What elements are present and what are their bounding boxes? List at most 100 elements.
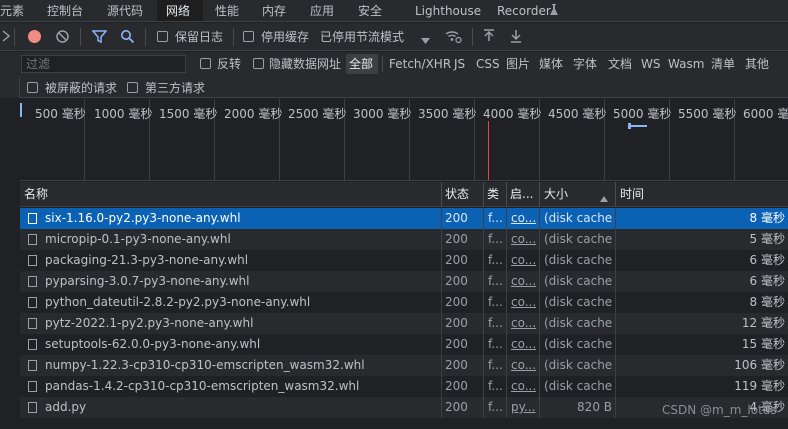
- hide-data-urls-checkbox[interactable]: [253, 58, 264, 69]
- request-name: micropip-0.1-py3-none-any.whl: [45, 232, 231, 246]
- blocked-requests-checkbox[interactable]: [27, 82, 38, 93]
- table-row[interactable]: packaging-21.3-py3-none-any.whl 200 f... co…: [20, 250, 788, 271]
- request-name: setuptools-62.0.0-py3-none-any.whl: [45, 337, 261, 351]
- request-size: (disk cache): [544, 295, 612, 309]
- timeline-tick: 500 毫秒: [35, 107, 86, 121]
- tab-sources[interactable]: 源代码: [107, 0, 143, 21]
- column-header-size[interactable]: 大小: [544, 182, 594, 207]
- request-time: 5 毫秒: [749, 232, 785, 246]
- tab-application[interactable]: 应用: [310, 0, 334, 21]
- filter-type-manifest[interactable]: 清单: [711, 56, 735, 72]
- request-size: (disk cache): [544, 358, 612, 372]
- timeline-tick: 3000 毫秒: [353, 107, 412, 121]
- request-initiator-link[interactable]: co...: [511, 271, 538, 292]
- throttling-select[interactable]: 已停用节流模式: [320, 29, 404, 45]
- request-type: f...: [488, 211, 503, 225]
- table-row[interactable]: pandas-1.4.2-cp310-cp310-emscripten_wasm…: [20, 376, 788, 397]
- request-type: f...: [488, 232, 503, 246]
- table-row[interactable]: six-1.16.0-py2.py3-none-any.whl 200 f... co…: [20, 208, 788, 229]
- table-row[interactable]: pytz-2022.1-py2.py3-none-any.whl 200 f... c…: [20, 313, 788, 334]
- filter-icon[interactable]: [91, 29, 108, 44]
- disable-cache-checkbox[interactable]: [243, 31, 254, 42]
- request-time: 8 毫秒: [749, 211, 785, 225]
- filter-type-css[interactable]: CSS: [476, 56, 500, 72]
- column-header-initiator[interactable]: 启...: [510, 182, 540, 207]
- table-row[interactable]: setuptools-62.0.0-py3-none-any.whl 200 f..…: [20, 334, 788, 355]
- filter-type-doc[interactable]: 文档: [608, 56, 632, 72]
- filter-type-img[interactable]: 图片: [506, 56, 530, 72]
- file-icon: [28, 402, 37, 413]
- timeline-tick: 2000 毫秒: [224, 107, 283, 121]
- request-type: f...: [488, 295, 503, 309]
- sort-ascending-icon: [600, 191, 608, 202]
- table-row[interactable]: micropip-0.1-py3-none-any.whl 200 f... co..…: [20, 229, 788, 250]
- tab-security[interactable]: 安全: [358, 0, 382, 21]
- request-size: (disk cache): [544, 211, 612, 225]
- chevron-down-icon[interactable]: [421, 33, 430, 44]
- tab-memory[interactable]: 内存: [262, 0, 286, 21]
- filter-input[interactable]: [21, 55, 186, 73]
- clear-icon[interactable]: [55, 29, 70, 44]
- request-table-body: six-1.16.0-py2.py3-none-any.whl 200 f... co…: [20, 208, 788, 429]
- column-header-name[interactable]: 名称: [24, 182, 434, 207]
- file-icon: [28, 339, 37, 350]
- table-row[interactable]: pyparsing-3.0.7-py3-none-any.whl 200 f... c…: [20, 271, 788, 292]
- search-icon[interactable]: [120, 29, 135, 44]
- request-time: 12 毫秒: [741, 316, 785, 330]
- request-initiator-link[interactable]: co...: [511, 229, 538, 250]
- request-initiator-link[interactable]: co...: [511, 250, 538, 271]
- request-time: 106 毫秒: [734, 358, 785, 372]
- request-name: packaging-21.3-py3-none-any.whl: [45, 253, 249, 267]
- record-button[interactable]: [28, 30, 41, 43]
- table-row[interactable]: python_dateutil-2.8.2-py2.py3-none-any.w…: [20, 292, 788, 313]
- request-initiator-link[interactable]: co...: [511, 208, 538, 229]
- watermark: CSDN @m_m_lotus: [662, 403, 777, 417]
- file-icon: [28, 318, 37, 329]
- network-conditions-icon[interactable]: [444, 28, 462, 44]
- column-header-type[interactable]: 类: [487, 182, 505, 207]
- timeline-tick: 2500 毫秒: [288, 107, 347, 121]
- request-initiator-link[interactable]: co...: [511, 334, 538, 355]
- tab-performance[interactable]: 性能: [215, 0, 239, 21]
- column-header-status[interactable]: 状态: [445, 182, 483, 207]
- timeline-overview[interactable]: 500 毫秒 1000 毫秒 1500 毫秒 2000 毫秒 2500 毫秒 3…: [20, 99, 788, 181]
- timeline-tick: 3500 毫秒: [418, 107, 477, 121]
- request-initiator-link[interactable]: co...: [511, 355, 538, 376]
- tab-console[interactable]: 控制台: [47, 0, 83, 21]
- request-type: f...: [488, 337, 503, 351]
- request-initiator-link[interactable]: co...: [511, 313, 538, 334]
- filter-type-all-label: 全部: [349, 57, 374, 71]
- table-row[interactable]: numpy-1.22.3-cp310-cp310-emscripten_wasm…: [20, 355, 788, 376]
- filter-type-media[interactable]: 媒体: [539, 56, 563, 72]
- timeline-tick: 5500 毫秒: [678, 107, 737, 121]
- filter-type-js[interactable]: JS: [454, 56, 465, 72]
- preserve-log-checkbox[interactable]: [157, 31, 168, 42]
- timeline-start-marker: [20, 103, 22, 117]
- close-drawer-icon[interactable]: [2, 29, 11, 43]
- filter-type-wasm[interactable]: Wasm: [668, 56, 704, 72]
- column-header-time[interactable]: 时间: [620, 182, 680, 207]
- invert-checkbox[interactable]: [200, 58, 211, 69]
- filter-type-font[interactable]: 字体: [573, 56, 597, 72]
- request-status: 200: [445, 232, 468, 246]
- filter-type-fetch-xhr[interactable]: Fetch/XHR: [389, 56, 451, 72]
- tab-network[interactable]: 网络: [157, 0, 203, 21]
- tab-lighthouse[interactable]: Lighthouse: [415, 0, 481, 21]
- request-status: 200: [445, 253, 468, 267]
- request-initiator-link[interactable]: co...: [511, 292, 538, 313]
- request-type: f...: [488, 379, 503, 393]
- third-party-checkbox[interactable]: [127, 82, 138, 93]
- filter-type-other[interactable]: 其他: [745, 56, 769, 72]
- request-type: f...: [488, 358, 503, 372]
- export-har-icon[interactable]: [510, 29, 522, 43]
- import-har-icon[interactable]: [483, 29, 495, 43]
- request-status: 200: [445, 379, 468, 393]
- tab-elements[interactable]: 元素: [0, 0, 24, 21]
- request-initiator-link[interactable]: py...: [511, 397, 538, 418]
- filter-type-ws[interactable]: WS: [641, 56, 660, 72]
- timeline-tick: 4500 毫秒: [548, 107, 607, 121]
- request-status: 200: [445, 337, 468, 351]
- request-initiator-link[interactable]: co...: [511, 376, 538, 397]
- tab-recorder[interactable]: Recorder: [497, 0, 551, 21]
- load-event-marker: [488, 121, 489, 180]
